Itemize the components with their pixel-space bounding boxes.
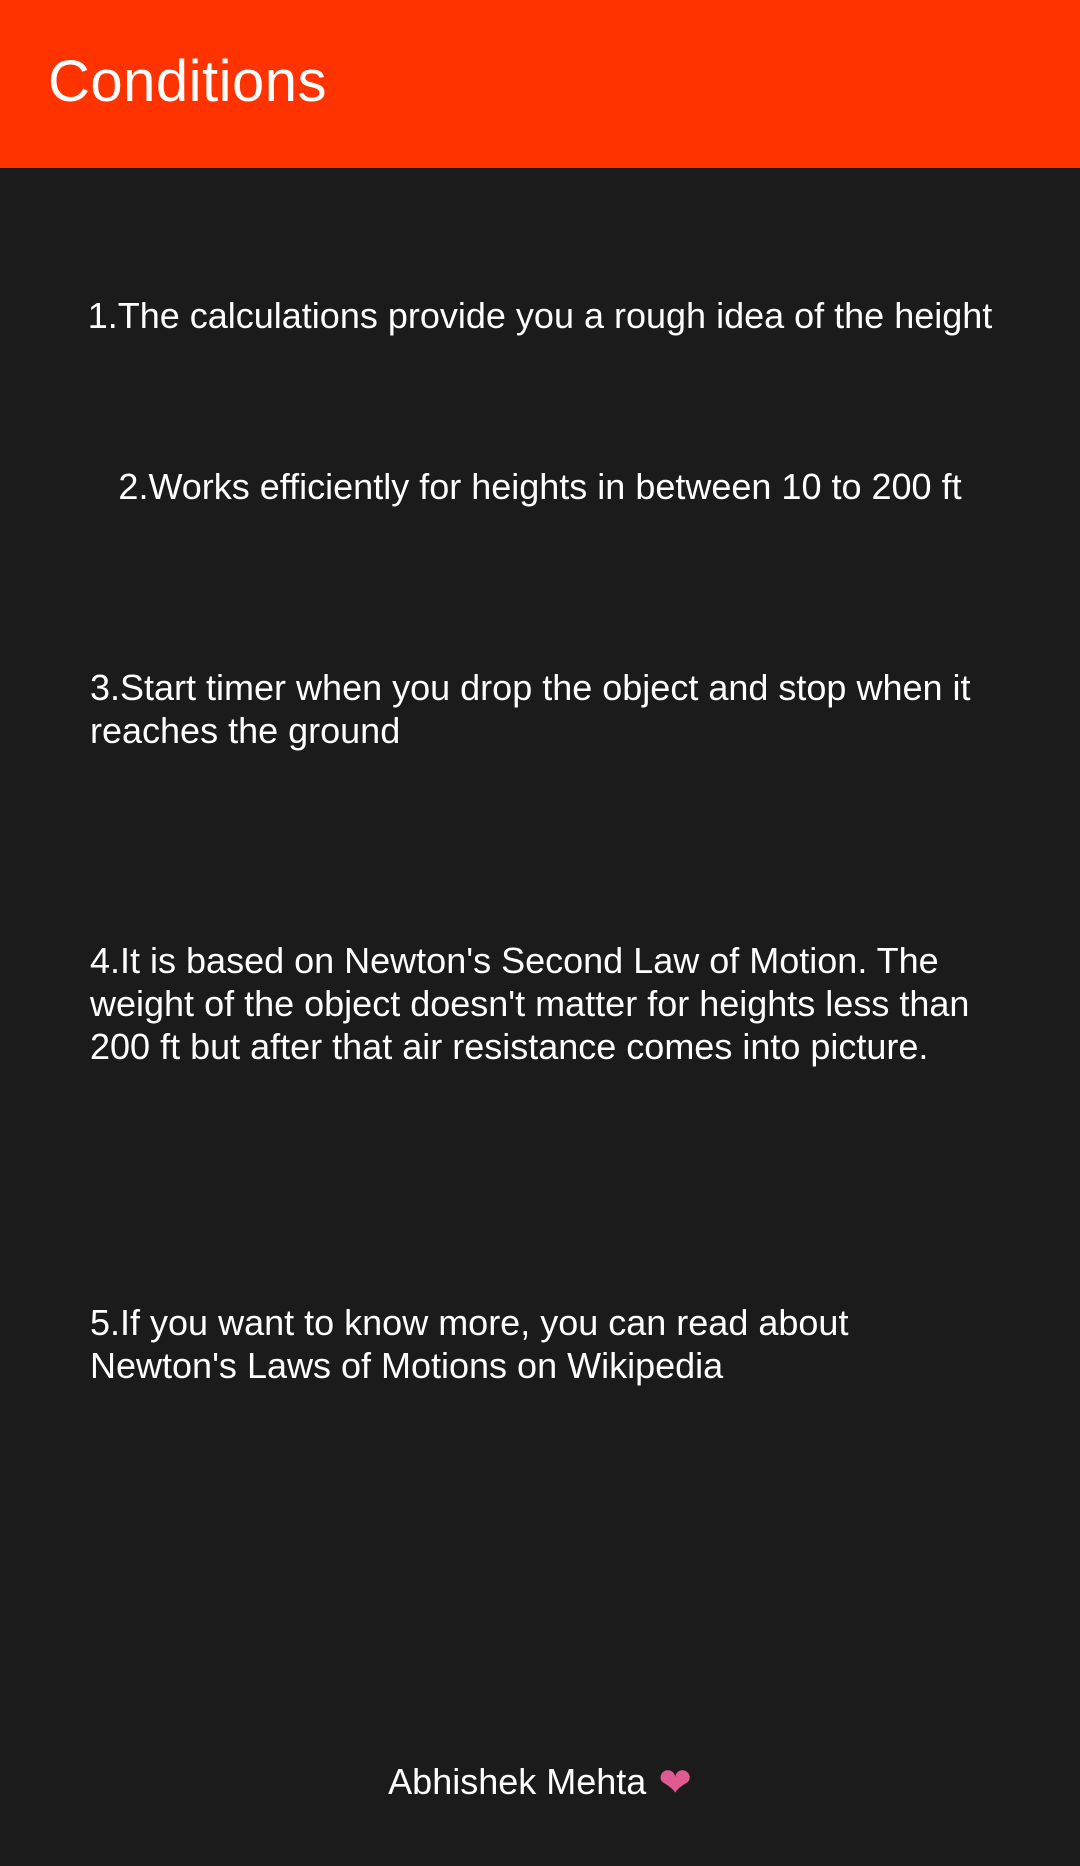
footer-credit: Abhishek Mehta ❤ <box>0 1760 1080 1805</box>
condition-item-4: 4.It is based on Newton's Second Law of … <box>90 940 970 1067</box>
condition-item-3: 3.Start timer when you drop the object a… <box>90 667 971 751</box>
conditions-list: 1.The calculations provide you a rough i… <box>0 168 1080 1866</box>
app-bar: Conditions <box>0 0 1080 168</box>
condition-item-5: 5.If you want to know more, you can read… <box>90 1302 849 1386</box>
condition-item-2: 2.Works efficiently for heights in betwe… <box>118 466 962 507</box>
heart-icon: ❤ <box>658 1761 692 1805</box>
condition-item-1: 1.The calculations provide you a rough i… <box>87 295 993 336</box>
author-name: Abhishek Mehta <box>388 1761 647 1802</box>
page-title: Conditions <box>48 49 328 114</box>
